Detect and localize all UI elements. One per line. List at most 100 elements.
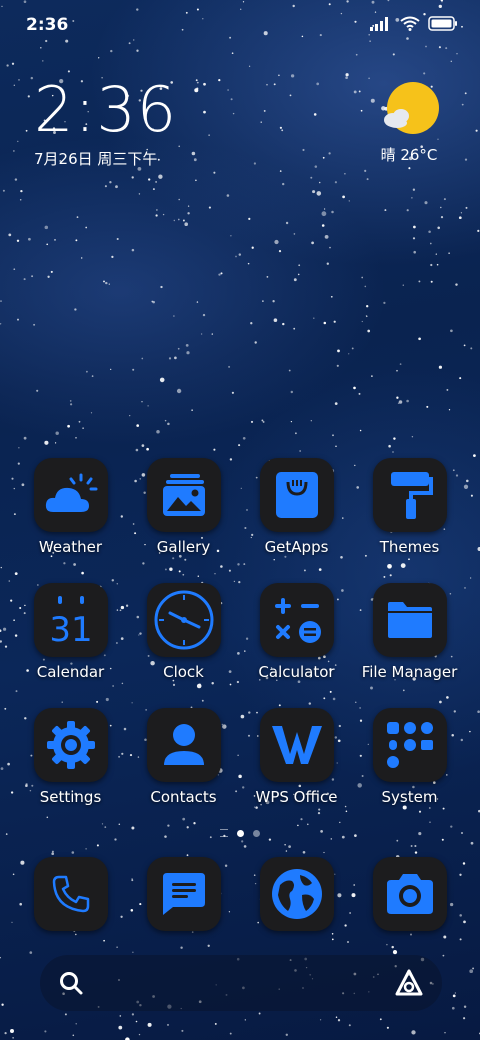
star	[435, 253, 437, 255]
app-calculator[interactable]: Calculator	[240, 583, 353, 681]
star	[402, 805, 407, 810]
star	[316, 191, 322, 196]
star	[470, 841, 474, 845]
page-dot-active	[237, 829, 244, 837]
star	[14, 178, 18, 181]
star	[141, 401, 143, 403]
star	[386, 1026, 389, 1029]
star	[473, 454, 476, 457]
app-file-manager[interactable]: File Manager	[353, 583, 466, 681]
app-icon-bg	[259, 458, 334, 532]
star	[312, 190, 316, 194]
star	[18, 79, 20, 81]
star	[187, 205, 190, 207]
star	[406, 399, 409, 403]
search-bar[interactable]	[40, 955, 442, 1011]
dock-messages[interactable]	[127, 857, 240, 931]
star	[345, 76, 348, 80]
star	[135, 1020, 138, 1023]
star	[243, 845, 247, 848]
star	[178, 570, 181, 573]
gallery-icon	[162, 474, 205, 516]
app-getapps[interactable]: GetApps	[240, 458, 353, 556]
star	[250, 420, 254, 423]
star	[262, 300, 264, 302]
star	[303, 569, 306, 572]
assistant-icon[interactable]	[394, 968, 424, 998]
app-clock[interactable]: Clock	[127, 583, 240, 681]
star	[392, 53, 395, 56]
star	[366, 315, 368, 318]
star	[214, 1022, 217, 1025]
gear-icon	[46, 721, 95, 769]
star	[295, 432, 297, 435]
app-wps-office[interactable]: WPS Office	[240, 708, 353, 806]
weather-widget[interactable]: 晴 26°C	[374, 82, 444, 165]
app-settings[interactable]: Settings	[14, 708, 127, 806]
app-label: GetApps	[264, 538, 329, 556]
star	[278, 704, 281, 707]
clock-widget[interactable]: 2:36 7月26日 周三下午	[34, 78, 177, 169]
app-gallery[interactable]: Gallery	[127, 458, 240, 556]
star	[391, 945, 394, 949]
star	[131, 248, 135, 252]
star	[131, 176, 134, 179]
star	[330, 838, 333, 840]
star	[230, 235, 232, 237]
star	[392, 950, 398, 955]
star	[424, 201, 428, 205]
star	[46, 816, 49, 819]
star	[168, 357, 172, 360]
app-themes[interactable]: Themes	[353, 458, 466, 556]
star	[173, 315, 175, 317]
star	[300, 818, 303, 821]
app-weather[interactable]: Weather	[14, 458, 127, 556]
app-icon-bg	[146, 708, 221, 782]
app-calendar[interactable]: 31 Calendar	[14, 583, 127, 681]
star	[323, 697, 326, 700]
star	[8, 580, 11, 582]
star	[406, 209, 409, 212]
star	[418, 280, 421, 283]
folder-icon	[387, 602, 432, 638]
star	[10, 791, 14, 794]
star	[55, 431, 59, 435]
star	[0, 323, 2, 325]
star	[438, 365, 442, 369]
star	[31, 275, 34, 278]
star	[14, 572, 18, 576]
star	[344, 172, 346, 175]
shopping-bag-icon	[275, 472, 318, 518]
page-indicator[interactable]	[0, 829, 480, 837]
dock-camera[interactable]	[353, 857, 466, 931]
dock-browser[interactable]	[240, 857, 353, 931]
star	[6, 64, 9, 67]
star	[335, 445, 337, 448]
star	[396, 396, 399, 399]
star	[11, 62, 15, 65]
star	[263, 109, 266, 112]
star	[418, 810, 422, 813]
app-label: Contacts	[150, 788, 217, 806]
star	[129, 414, 131, 417]
dock-phone[interactable]	[14, 857, 127, 931]
star	[185, 344, 189, 347]
star	[443, 935, 447, 939]
star	[397, 402, 400, 405]
star	[54, 239, 56, 241]
star	[164, 568, 167, 571]
star	[448, 409, 451, 411]
star	[333, 320, 336, 323]
star	[208, 134, 210, 136]
search-icon[interactable]	[58, 970, 84, 996]
star	[85, 226, 88, 229]
app-system[interactable]: System	[353, 708, 466, 806]
star	[366, 305, 369, 308]
star	[396, 839, 399, 842]
star	[226, 194, 230, 197]
star	[15, 690, 18, 693]
star	[279, 170, 282, 172]
star	[241, 840, 244, 843]
star	[220, 272, 223, 275]
app-contacts[interactable]: Contacts	[127, 708, 240, 806]
